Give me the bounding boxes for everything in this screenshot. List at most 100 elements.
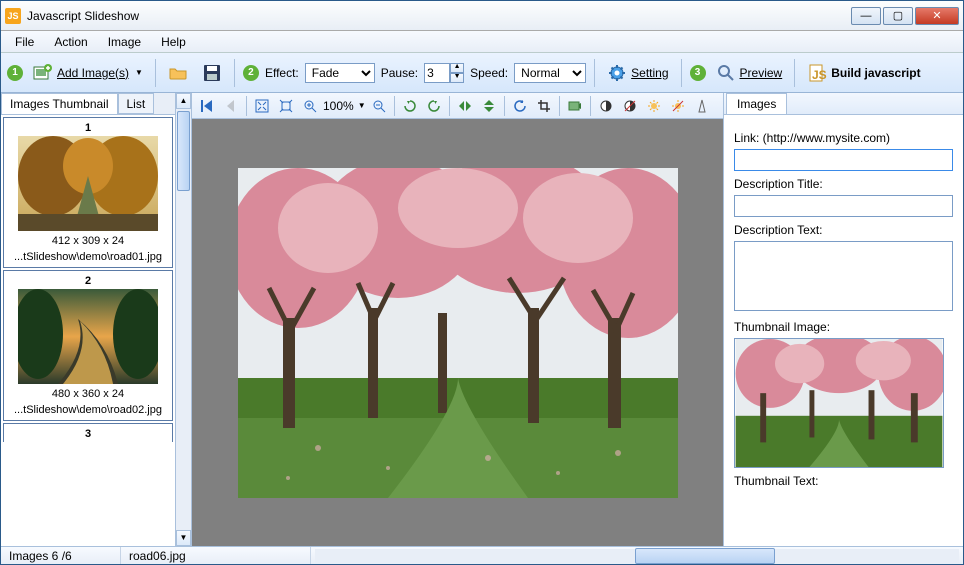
menu-image[interactable]: Image	[100, 33, 149, 51]
list-item[interactable]: 3	[3, 423, 173, 442]
add-images-button[interactable]: Add Image(s) ▼	[29, 61, 147, 85]
zoom-out-button[interactable]	[368, 95, 390, 117]
refresh-button[interactable]	[509, 95, 531, 117]
build-label: Build javascript	[831, 66, 920, 80]
speed-select[interactable]: Normal	[514, 63, 586, 83]
thumb-dims: 480 x 360 x 24	[8, 388, 168, 400]
close-button[interactable]: ✕	[915, 7, 959, 25]
open-button[interactable]	[164, 61, 192, 85]
prev-button[interactable]	[220, 95, 242, 117]
build-button[interactable]: JS Build javascript	[803, 61, 924, 85]
status-count: Images 6 /6	[1, 547, 121, 564]
thumb-image	[18, 136, 158, 231]
pause-label: Pause:	[381, 66, 418, 80]
thumb-path: ...tSlideshow\demo\road02.jpg	[8, 404, 168, 416]
scroll-thumb[interactable]	[635, 548, 775, 564]
maximize-button[interactable]: ▢	[883, 7, 913, 25]
setting-button[interactable]: Setting	[603, 61, 672, 85]
step-2-badge: 2	[243, 65, 259, 81]
flip-h-button[interactable]	[454, 95, 476, 117]
tab-images-props[interactable]: Images	[726, 93, 787, 114]
speed-label: Speed:	[470, 66, 508, 80]
zoom-dropdown-icon[interactable]: ▼	[358, 101, 366, 110]
thumb-text-label: Thumbnail Text:	[734, 474, 953, 488]
setting-label: Setting	[631, 66, 668, 80]
menu-help[interactable]: Help	[153, 33, 194, 51]
menu-action[interactable]: Action	[46, 33, 95, 51]
step-1-badge: 1	[7, 65, 23, 81]
step-3-badge: 3	[690, 65, 706, 81]
main-image	[238, 168, 678, 498]
thumb-number: 2	[85, 275, 91, 287]
pause-spin-down[interactable]: ▼	[450, 73, 464, 83]
scroll-thumb[interactable]	[177, 111, 190, 191]
image-canvas[interactable]	[192, 119, 723, 546]
desc-title-input[interactable]	[734, 195, 953, 217]
thumb-image-label: Thumbnail Image:	[734, 320, 953, 334]
link-input[interactable]	[734, 149, 953, 171]
add-image-icon	[33, 63, 53, 83]
main-toolbar: 1 Add Image(s) ▼ 2 Effect: Fade Pause: ▲…	[1, 53, 963, 93]
properties-panel: Link: (http://www.mysite.com) Descriptio…	[724, 115, 963, 546]
thumb-number: 1	[85, 122, 91, 134]
preview-label: Preview	[740, 66, 783, 80]
folder-open-icon	[168, 63, 188, 83]
flip-v-button[interactable]	[478, 95, 500, 117]
thumb-dims: 412 x 309 x 24	[8, 235, 168, 247]
thumb-image	[18, 289, 158, 384]
window-title: Javascript Slideshow	[27, 9, 851, 23]
pause-spin-up[interactable]: ▲	[450, 63, 464, 73]
center-pane: 100% ▼	[192, 93, 723, 546]
scroll-down-icon[interactable]: ▼	[176, 530, 191, 546]
gear-icon	[607, 63, 627, 83]
save-button[interactable]	[198, 61, 226, 85]
svg-text:JS: JS	[812, 68, 827, 82]
sharpen-button[interactable]	[691, 95, 713, 117]
rotate-left-button[interactable]	[399, 95, 421, 117]
app-icon: JS	[5, 8, 21, 24]
statusbar: Images 6 /6 road06.jpg	[1, 546, 963, 564]
window-titlebar: JS Javascript Slideshow — ▢ ✕	[1, 1, 963, 31]
contrast-up-button[interactable]	[595, 95, 617, 117]
thumbnail-preview[interactable]	[734, 338, 944, 468]
right-pane: Images Link: (http://www.mysite.com) Des…	[723, 93, 963, 546]
effect-select[interactable]: Fade	[305, 63, 375, 83]
tab-images-thumbnail[interactable]: Images Thumbnail	[1, 93, 118, 114]
fit-window-button[interactable]	[251, 95, 273, 117]
menu-file[interactable]: File	[7, 33, 42, 51]
list-item[interactable]: 1 412 x 309 x 24 ...tSlideshow\demo\road…	[3, 117, 173, 268]
brightness-down-button[interactable]	[667, 95, 689, 117]
crop-button[interactable]	[533, 95, 555, 117]
link-label: Link: (http://www.mysite.com)	[734, 131, 953, 145]
zoom-level: 100%	[323, 99, 354, 113]
rotate-right-button[interactable]	[423, 95, 445, 117]
menubar: File Action Image Help	[1, 31, 963, 53]
left-pane: Images Thumbnail List 1 412 x 309 x 24 .…	[1, 93, 176, 546]
magnifier-icon	[716, 63, 736, 83]
first-button[interactable]	[196, 95, 218, 117]
image-effects-button[interactable]	[564, 95, 586, 117]
add-images-label: Add Image(s)	[57, 66, 129, 80]
contrast-down-button[interactable]	[619, 95, 641, 117]
thumb-number: 3	[85, 428, 91, 440]
main-area: Images Thumbnail List 1 412 x 309 x 24 .…	[1, 93, 963, 546]
desc-text-input[interactable]	[734, 241, 953, 311]
preview-button[interactable]: Preview	[712, 61, 787, 85]
desc-text-label: Description Text:	[734, 223, 953, 237]
save-icon	[202, 63, 222, 83]
js-file-icon: JS	[807, 63, 827, 83]
brightness-up-button[interactable]	[643, 95, 665, 117]
tab-list[interactable]: List	[118, 93, 155, 114]
zoom-in-button[interactable]	[299, 95, 321, 117]
thumb-path: ...tSlideshow\demo\road01.jpg	[8, 251, 168, 263]
pause-input[interactable]	[424, 63, 450, 83]
list-item[interactable]: 2 480 x 360 x 24 ...tSlideshow\demo\road…	[3, 270, 173, 421]
minimize-button[interactable]: —	[851, 7, 881, 25]
add-images-dropdown-icon: ▼	[135, 68, 143, 77]
effect-label: Effect:	[265, 66, 299, 80]
horizontal-scrollbar[interactable]	[315, 549, 959, 563]
actual-size-button[interactable]	[275, 95, 297, 117]
status-filename: road06.jpg	[121, 547, 311, 564]
left-scrollbar[interactable]: ▲ ▼	[176, 93, 192, 546]
scroll-up-icon[interactable]: ▲	[176, 93, 191, 109]
